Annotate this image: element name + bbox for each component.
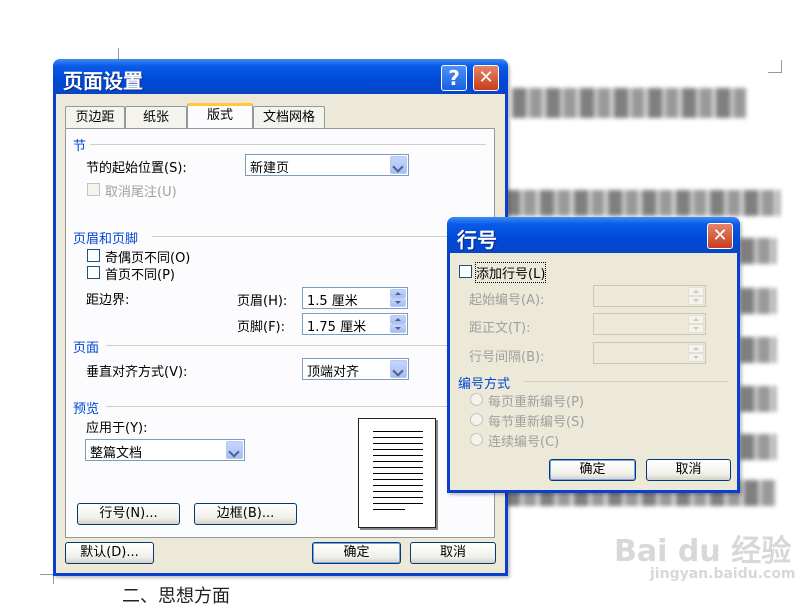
restart-each-section-radio[interactable] <box>470 413 483 426</box>
vertical-alignment-label: 垂直对齐方式(V): <box>86 365 188 380</box>
page-preview-thumbnail <box>358 418 436 528</box>
page-setup-title-bar[interactable]: 页面设置 ? ✕ <box>53 59 508 94</box>
first-page-label: 首页不同(P) <box>105 268 175 283</box>
margin-mark <box>768 72 782 73</box>
document-heading-2: 二、思想方面 <box>122 586 230 607</box>
header-distance-label: 页眉(H): <box>237 294 288 309</box>
line-numbers-client: 添加行号(L) 起始编号(A): 距正文(T): 行号间隔(B): 编号方式 每… <box>450 253 737 490</box>
section-divider <box>90 144 486 145</box>
vertical-alignment-combo[interactable]: 顶端对齐 <box>302 358 409 380</box>
start-at-spinner[interactable] <box>593 285 706 307</box>
close-button[interactable]: ✕ <box>473 65 499 91</box>
spin-up-icon[interactable] <box>390 315 406 324</box>
blurred-text-line <box>740 238 776 264</box>
margin-mark <box>40 574 54 575</box>
section-start-label: 节的起始位置(S): <box>86 161 187 176</box>
section-group-label: 节 <box>73 139 87 154</box>
spin-down-icon[interactable] <box>688 296 704 305</box>
apply-to-label: 应用于(Y): <box>86 421 148 436</box>
line-numbers-button[interactable]: 行号(N)... <box>77 503 180 525</box>
layout-tab-panel: 节 节的起始位置(S): 新建页 取消尾注(U) 页眉和页脚 奇偶页不同(O) … <box>65 128 495 538</box>
tab-document-grid[interactable]: 文档网格 <box>253 106 325 128</box>
vertical-alignment-value: 顶端对齐 <box>307 365 360 380</box>
from-text-spinner[interactable] <box>593 313 706 335</box>
chevron-down-icon[interactable] <box>226 441 243 459</box>
blurred-heading <box>512 88 746 118</box>
tab-margins[interactable]: 页边距 <box>65 106 125 128</box>
spin-down-icon[interactable] <box>688 353 704 362</box>
preview-group-label: 预览 <box>73 402 100 417</box>
page-setup-client: 页边距 纸张 版式 文档网格 节 节的起始位置(S): 新建页 取消尾注(U) … <box>56 94 505 573</box>
chevron-down-icon[interactable] <box>390 360 407 378</box>
suppress-endnotes-label: 取消尾注(U) <box>105 185 177 200</box>
header-footer-group-label: 页眉和页脚 <box>73 232 139 247</box>
ok-button[interactable]: 确定 <box>312 542 401 564</box>
tab-strip: 页边距 纸张 版式 文档网格 <box>65 103 495 128</box>
baidu-watermark: Bai du 经验 <box>614 534 792 569</box>
suppress-endnotes-checkbox[interactable] <box>87 183 100 196</box>
blurred-text-line <box>740 434 776 460</box>
page-setup-dialog: 页面设置 ? ✕ 页边距 纸张 版式 文档网格 节 节的起始位置(S): 新建页… <box>53 59 508 576</box>
spin-up-icon[interactable] <box>688 287 704 296</box>
blurred-text-line <box>740 337 776 363</box>
borders-button[interactable]: 边框(B)... <box>194 503 297 525</box>
spin-down-icon[interactable] <box>688 324 704 333</box>
count-by-spinner[interactable] <box>593 342 706 364</box>
margin-mark <box>781 60 782 73</box>
footer-distance-label: 页脚(F): <box>237 320 286 335</box>
help-button[interactable]: ? <box>441 65 467 91</box>
chevron-down-icon[interactable] <box>390 156 407 174</box>
footer-distance-value: 1.75 厘米 <box>307 320 367 335</box>
header-distance-spinner[interactable]: 1.5 厘米 <box>302 287 408 309</box>
ok-button[interactable]: 确定 <box>549 459 636 481</box>
count-by-label: 行号间隔(B): <box>469 350 545 365</box>
blurred-text-line <box>506 190 780 216</box>
restart-each-page-radio[interactable] <box>470 393 483 406</box>
spin-up-icon[interactable] <box>688 344 704 353</box>
cancel-button[interactable]: 取消 <box>410 542 496 564</box>
numbering-group-label: 编号方式 <box>458 377 511 392</box>
spin-up-icon[interactable] <box>390 289 406 298</box>
page-group-label: 页面 <box>73 341 100 356</box>
odd-even-checkbox[interactable] <box>87 249 100 262</box>
restart-each-section-label: 每节重新编号(S) <box>488 415 585 430</box>
close-button[interactable]: ✕ <box>707 223 733 249</box>
preview-divider <box>106 406 486 407</box>
start-at-label: 起始编号(A): <box>469 293 545 308</box>
header-distance-value: 1.5 厘米 <box>307 294 358 309</box>
cancel-button[interactable]: 取消 <box>646 459 731 481</box>
spin-down-icon[interactable] <box>390 324 406 333</box>
line-numbers-title: 行号 <box>457 228 497 252</box>
spin-down-icon[interactable] <box>390 298 406 307</box>
apply-to-combo[interactable]: 整篇文档 <box>85 439 245 461</box>
spin-up-icon[interactable] <box>688 315 704 324</box>
first-page-checkbox[interactable] <box>87 266 100 279</box>
continuous-radio[interactable] <box>470 433 483 446</box>
numbering-divider <box>524 381 728 382</box>
blurred-text-line <box>740 288 776 314</box>
restart-each-page-label: 每页重新编号(P) <box>488 395 584 410</box>
header-footer-divider <box>152 236 486 237</box>
page-setup-title: 页面设置 <box>63 69 143 93</box>
apply-to-value: 整篇文档 <box>90 446 143 461</box>
from-text-label: 距正文(T): <box>469 321 531 336</box>
line-numbers-title-bar[interactable]: 行号 ✕ <box>447 217 740 253</box>
blurred-text-line <box>740 386 776 412</box>
tab-paper[interactable]: 纸张 <box>125 106 187 128</box>
tab-layout[interactable]: 版式 <box>187 103 253 128</box>
continuous-label: 连续编号(C) <box>488 435 560 450</box>
from-edge-label: 距边界: <box>86 293 130 308</box>
section-start-value: 新建页 <box>250 161 290 176</box>
baidu-watermark-url: jingyan.baidu.com <box>650 566 796 582</box>
add-line-numbers-label: 添加行号(L) <box>474 262 547 283</box>
default-button[interactable]: 默认(D)... <box>65 542 154 564</box>
add-line-numbers-checkbox[interactable] <box>459 265 472 278</box>
section-start-combo[interactable]: 新建页 <box>245 154 409 176</box>
line-numbers-dialog: 行号 ✕ 添加行号(L) 起始编号(A): 距正文(T): 行号间隔(B): 编… <box>447 217 740 493</box>
page-divider <box>106 345 486 346</box>
footer-distance-spinner[interactable]: 1.75 厘米 <box>302 313 408 335</box>
